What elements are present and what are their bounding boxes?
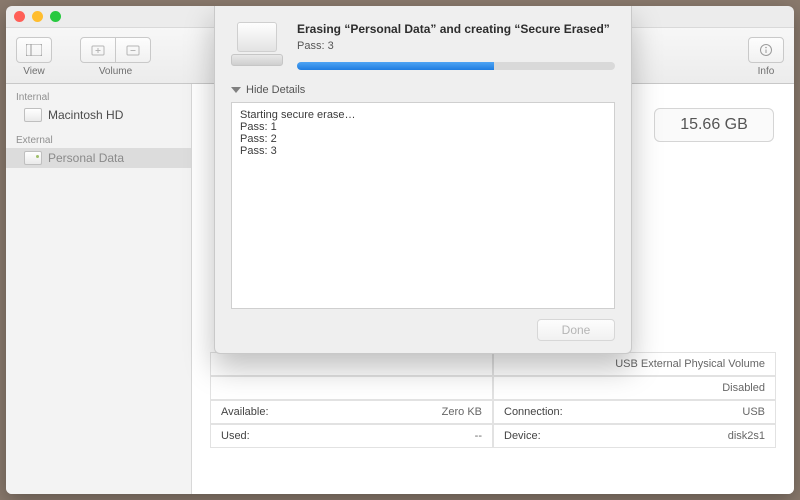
info-cell: Disabled: [493, 376, 776, 400]
sidebar-internal-header: Internal: [6, 88, 191, 105]
hide-details-toggle[interactable]: Hide Details: [231, 84, 615, 96]
info-cell: Device:disk2s1: [493, 424, 776, 448]
toolbar-volume-label: Volume: [99, 66, 132, 77]
sheet-title: Erasing “Personal Data” and creating “Se…: [297, 22, 615, 36]
sidebar-item-personal-data[interactable]: Personal Data: [6, 148, 191, 168]
erase-log: Starting secure erase… Pass: 1 Pass: 2 P…: [231, 102, 615, 309]
volume-plus-icon: [91, 43, 105, 57]
sidebar-item-macintosh-hd[interactable]: Macintosh HD: [6, 105, 191, 125]
info-cell: Connection:USB: [493, 400, 776, 424]
info-cell: Available:Zero KB: [210, 400, 493, 424]
sidebar-item-label: Personal Data: [48, 151, 124, 165]
volume-add-button[interactable]: [80, 37, 116, 63]
toolbar-view-label: View: [23, 66, 45, 77]
capacity-value: 15.66 GB: [680, 116, 748, 134]
info-cell: [210, 352, 493, 376]
info-cell: USB External Physical Volume: [493, 352, 776, 376]
info-button[interactable]: [748, 37, 784, 63]
sidebar-icon: [26, 44, 42, 56]
internal-disk-icon: [24, 108, 42, 122]
progress-bar: [297, 62, 615, 70]
external-disk-icon: [24, 151, 42, 165]
done-button: Done: [537, 319, 615, 341]
disclose-label: Hide Details: [246, 84, 305, 96]
app-window: Disk Utility View Volume: [6, 6, 794, 494]
drive-icon: [231, 22, 283, 66]
toolbar-info-group: Info: [748, 37, 784, 77]
sidebar-external-header: External: [6, 131, 191, 148]
info-cell: Used:--: [210, 424, 493, 448]
info-label: Info: [758, 66, 775, 77]
capacity-badge: 15.66 GB: [654, 108, 774, 142]
info-icon: [759, 43, 773, 57]
erase-progress-sheet: Erasing “Personal Data” and creating “Se…: [214, 6, 632, 354]
volume-minus-icon: [126, 43, 140, 57]
info-table: USB External Physical Volume Disabled Av…: [210, 352, 776, 448]
toolbar-view-group: View: [16, 37, 52, 77]
view-button[interactable]: [16, 37, 52, 63]
progress-fill: [297, 62, 494, 70]
sidebar: Internal Macintosh HD External Personal …: [6, 84, 192, 494]
volume-remove-button[interactable]: [115, 37, 151, 63]
toolbar-volume-group: Volume: [80, 37, 151, 77]
chevron-down-icon: [231, 87, 241, 93]
sheet-subtitle: Pass: 3: [297, 40, 615, 52]
sidebar-item-label: Macintosh HD: [48, 108, 123, 122]
info-cell: [210, 376, 493, 400]
